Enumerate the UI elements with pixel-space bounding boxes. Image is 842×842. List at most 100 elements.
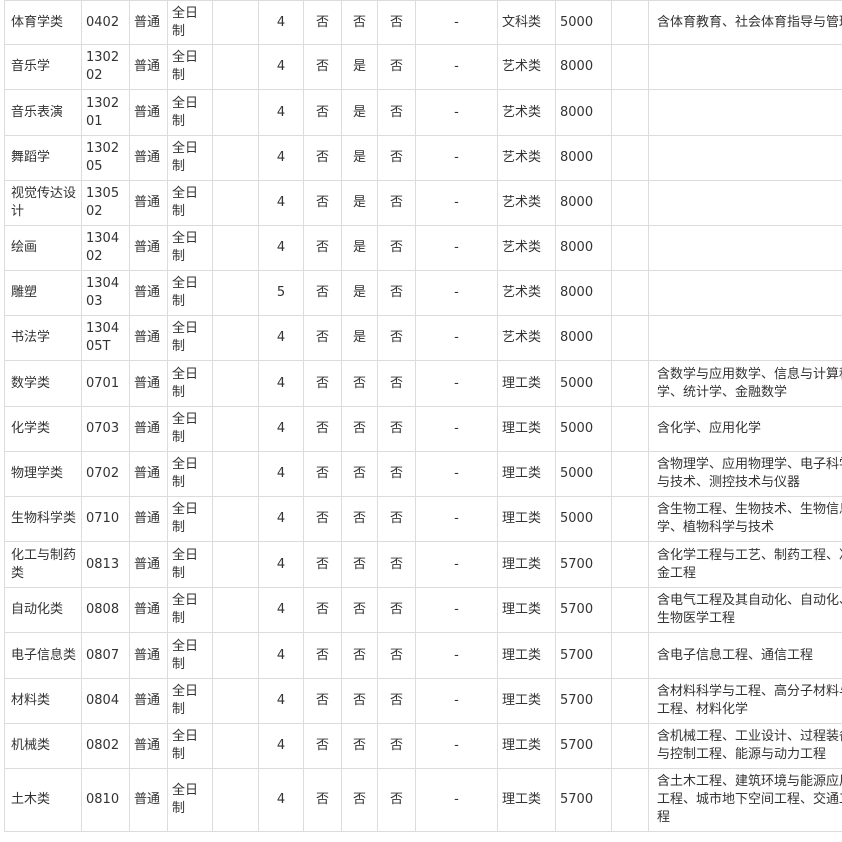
years-cell: 5 bbox=[258, 270, 304, 316]
flag1-cell: 否 bbox=[303, 315, 342, 361]
type-cell: 普通 bbox=[129, 678, 168, 724]
years-cell: 4 bbox=[258, 406, 304, 452]
blank2-cell bbox=[611, 406, 649, 452]
flag3-cell: 否 bbox=[377, 541, 416, 588]
note-cell: 含化学、应用化学 bbox=[648, 406, 842, 452]
code-cell: 0804 bbox=[81, 678, 130, 724]
flag1-cell: 否 bbox=[303, 270, 342, 316]
majors-table: 体育学类 0402 普通 全日制 4 否否否 - 文科类 5000 含体育教育、社会体育指导与管理… bbox=[4, 0, 842, 832]
flag2-cell: 否 bbox=[341, 632, 378, 679]
code-cell: 0402 bbox=[81, 0, 130, 45]
note-cell bbox=[648, 225, 842, 271]
category-cell: 理工类 bbox=[497, 768, 556, 832]
fee-cell: 5700 bbox=[555, 768, 612, 832]
table-row: 物理学类 0702 普通 全日制 4 否否否 - 理工类 5000 含物理学、应用物理学、电子科学… bbox=[4, 451, 842, 497]
flag3-cell: 否 bbox=[377, 225, 416, 271]
fee-cell: 5000 bbox=[555, 451, 612, 497]
flag3-cell: 否 bbox=[377, 768, 416, 832]
flag3-cell: 否 bbox=[377, 89, 416, 136]
note-cell: 含体育教育、社会体育指导与管理 bbox=[648, 0, 842, 45]
flag2-cell: 否 bbox=[341, 406, 378, 452]
blank-cell bbox=[212, 225, 259, 271]
code-cell: 0710 bbox=[81, 496, 130, 542]
category-cell: 理工类 bbox=[497, 406, 556, 452]
blank2-cell bbox=[611, 723, 649, 769]
flag3-cell: 否 bbox=[377, 180, 416, 226]
fee-cell: 5000 bbox=[555, 360, 612, 407]
major-cell: 化工与制药类 bbox=[4, 541, 82, 588]
years-cell: 4 bbox=[258, 225, 304, 271]
flag3-cell: 否 bbox=[377, 451, 416, 497]
fee-cell: 5000 bbox=[555, 406, 612, 452]
category-cell: 理工类 bbox=[497, 541, 556, 588]
category-cell: 艺术类 bbox=[497, 270, 556, 316]
note-cell bbox=[648, 44, 842, 90]
fee-cell: 5700 bbox=[555, 632, 612, 679]
flag2-cell: 否 bbox=[341, 723, 378, 769]
mode-cell: 全日制 bbox=[167, 225, 213, 271]
major-cell: 舞蹈学 bbox=[4, 135, 82, 181]
category-cell: 文科类 bbox=[497, 0, 556, 45]
years-cell: 4 bbox=[258, 632, 304, 679]
major-cell: 材料类 bbox=[4, 678, 82, 724]
code-cell: 130403 bbox=[81, 270, 130, 316]
flag4-cell: - bbox=[415, 632, 498, 679]
fee-cell: 8000 bbox=[555, 44, 612, 90]
major-cell: 物理学类 bbox=[4, 451, 82, 497]
mode-cell: 全日制 bbox=[167, 496, 213, 542]
flag3-cell: 否 bbox=[377, 0, 416, 45]
flag4-cell: - bbox=[415, 496, 498, 542]
fee-cell: 8000 bbox=[555, 135, 612, 181]
years-cell: 4 bbox=[258, 180, 304, 226]
code-cell: 0703 bbox=[81, 406, 130, 452]
blank-cell bbox=[212, 0, 259, 45]
flag2-cell: 是 bbox=[341, 135, 378, 181]
note-cell: 含材料科学与工程、高分子材料与工程、材料化学 bbox=[648, 678, 842, 724]
table-row: 体育学类 0402 普通 全日制 4 否否否 - 文科类 5000 含体育教育、社会体育指导与管理 bbox=[4, 0, 842, 45]
table-row: 视觉传达设计 130502 普通 全日制 4 否是否 - 艺术类 8000 bbox=[4, 180, 842, 226]
years-cell: 4 bbox=[258, 723, 304, 769]
flag3-cell: 否 bbox=[377, 270, 416, 316]
blank-cell bbox=[212, 678, 259, 724]
note-cell bbox=[648, 180, 842, 226]
category-cell: 艺术类 bbox=[497, 89, 556, 136]
flag4-cell: - bbox=[415, 270, 498, 316]
type-cell: 普通 bbox=[129, 225, 168, 271]
blank-cell bbox=[212, 723, 259, 769]
table-row: 自动化类 0808 普通 全日制 4 否否否 - 理工类 5700 含电气工程及其自动化、自动化、… bbox=[4, 587, 842, 633]
fee-cell: 5000 bbox=[555, 0, 612, 45]
type-cell: 普通 bbox=[129, 768, 168, 832]
flag4-cell: - bbox=[415, 678, 498, 724]
years-cell: 4 bbox=[258, 0, 304, 45]
major-cell: 电子信息类 bbox=[4, 632, 82, 679]
table-row: 雕塑 130403 普通 全日制 5 否是否 - 艺术类 8000 bbox=[4, 270, 842, 316]
blank-cell bbox=[212, 632, 259, 679]
category-cell: 艺术类 bbox=[497, 44, 556, 90]
flag2-cell: 是 bbox=[341, 315, 378, 361]
major-cell: 生物科学类 bbox=[4, 496, 82, 542]
major-cell: 数学类 bbox=[4, 360, 82, 407]
flag1-cell: 否 bbox=[303, 587, 342, 633]
mode-cell: 全日制 bbox=[167, 587, 213, 633]
blank2-cell bbox=[611, 44, 649, 90]
mode-cell: 全日制 bbox=[167, 632, 213, 679]
mode-cell: 全日制 bbox=[167, 723, 213, 769]
fee-cell: 8000 bbox=[555, 180, 612, 226]
flag2-cell: 否 bbox=[341, 678, 378, 724]
blank2-cell bbox=[611, 678, 649, 724]
blank2-cell bbox=[611, 0, 649, 45]
blank-cell bbox=[212, 451, 259, 497]
code-cell: 0701 bbox=[81, 360, 130, 407]
blank2-cell bbox=[611, 225, 649, 271]
mode-cell: 全日制 bbox=[167, 89, 213, 136]
flag4-cell: - bbox=[415, 541, 498, 588]
type-cell: 普通 bbox=[129, 406, 168, 452]
flag4-cell: - bbox=[415, 768, 498, 832]
note-cell: 含机械工程、工业设计、过程装备与控制工程、能源与动力工程 bbox=[648, 723, 842, 769]
flag3-cell: 否 bbox=[377, 587, 416, 633]
mode-cell: 全日制 bbox=[167, 180, 213, 226]
table-row: 电子信息类 0807 普通 全日制 4 否否否 - 理工类 5700 含电子信息工程、通信工程 bbox=[4, 632, 842, 679]
flag2-cell: 否 bbox=[341, 451, 378, 497]
flag2-cell: 否 bbox=[341, 0, 378, 45]
type-cell: 普通 bbox=[129, 315, 168, 361]
